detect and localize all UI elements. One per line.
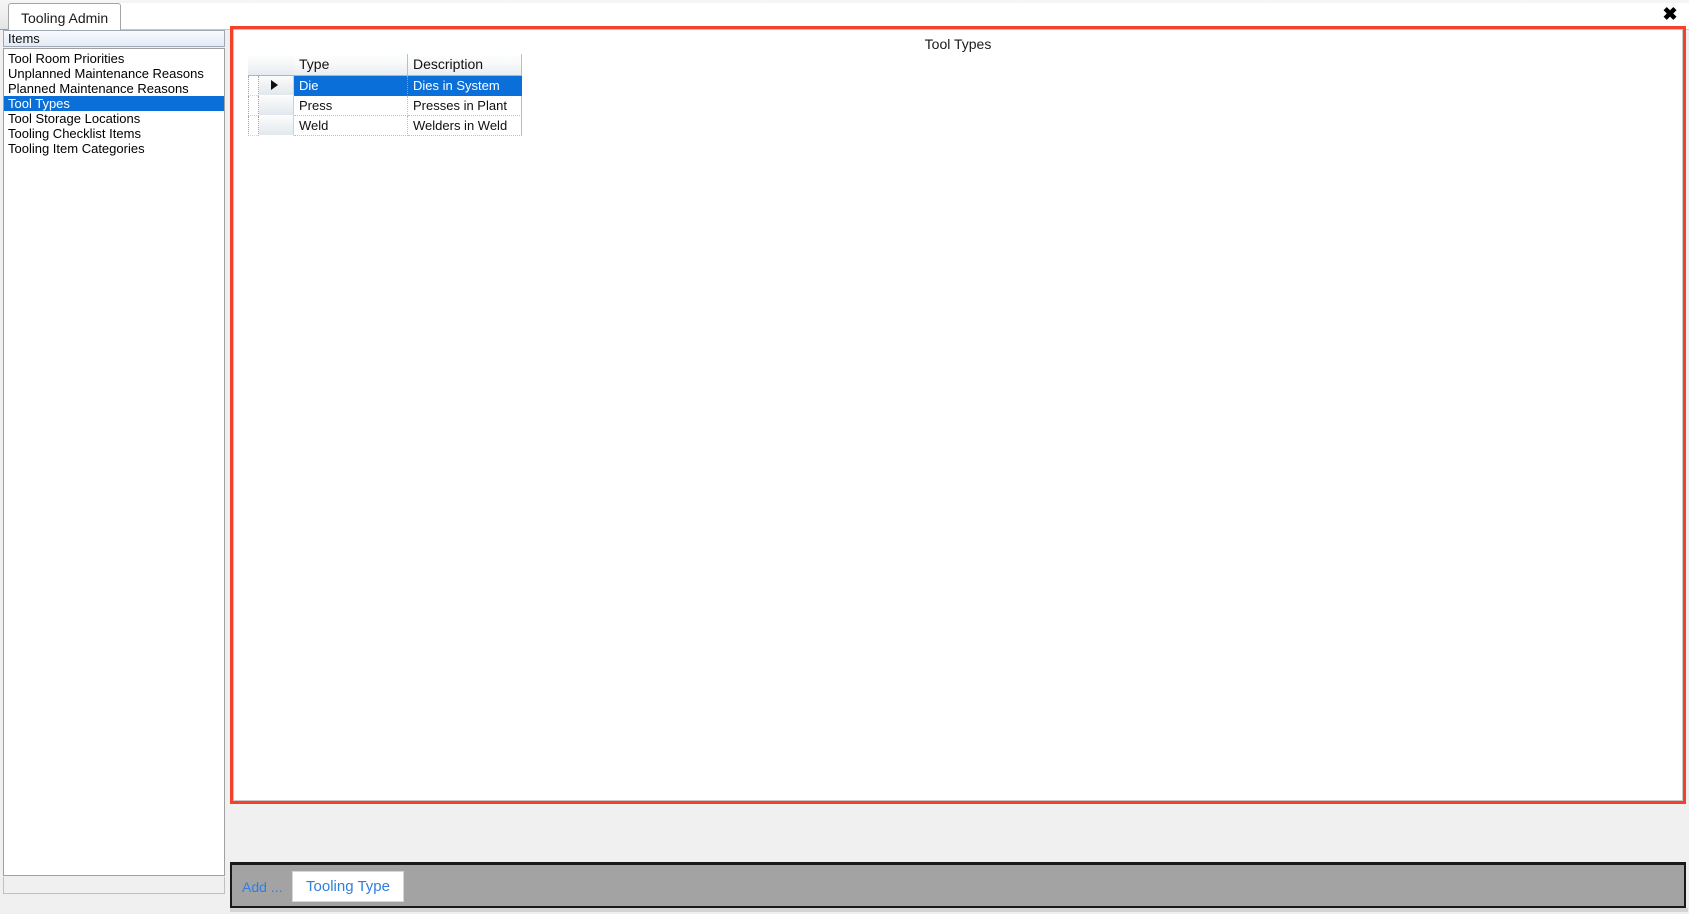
row-header[interactable] [248,76,294,96]
cell-type[interactable]: Press [294,96,408,116]
cell-type[interactable]: Weld [294,116,408,136]
sidebar-item-label: Tooling Checklist Items [8,126,141,141]
grid-body: Die Dies in System Press Presses in Plant We… [248,76,536,136]
sidebar-list[interactable]: Tool Room Priorities Unplanned Maintenanc… [3,48,225,876]
sidebar-item-label: Unplanned Maintenance Reasons [8,66,204,81]
add-tooling-type-button[interactable]: Tooling Type [292,871,404,902]
sidebar-item-label: Tooling Item Categories [8,141,145,156]
sidebar-item-label: Tool Room Priorities [8,51,125,66]
sidebar-item-tool-room-priorities[interactable]: Tool Room Priorities [4,51,224,66]
main-panel-inner: Tool Types Type Description Die Dies in S… [233,29,1683,801]
add-tooling-type-label: Tooling Type [306,878,390,895]
page-title: Tool Types [924,36,992,52]
sidebar-item-label: Tool Types [8,96,70,111]
cell-description[interactable]: Dies in System [408,76,522,96]
sidebar-item-tooling-checklist-items[interactable]: Tooling Checklist Items [4,126,224,141]
sidebar-item-label: Tool Storage Locations [8,111,141,126]
column-header-description[interactable]: Description [408,54,522,76]
tool-types-grid[interactable]: Type Description Die Dies in System Press P… [248,54,536,136]
sidebar-item-tooling-item-categories[interactable]: Tooling Item Categories [4,141,224,156]
row-header-stub [248,96,259,116]
sidebar-footer [3,877,225,894]
add-label: Add ... [242,879,283,895]
row-selector-arrow-icon [271,80,278,90]
cell-type[interactable]: Die [294,76,408,96]
cell-description[interactable]: Presses in Plant [408,96,522,116]
sidebar-item-unplanned-maintenance-reasons[interactable]: Unplanned Maintenance Reasons [4,66,224,81]
tab-label: Tooling Admin [21,10,109,26]
application-window: Tooling Admin ✖ Items Tool Room Prioriti… [0,0,1689,914]
bottom-toolbar-shadow [230,908,1688,912]
close-glyph: ✖ [1662,4,1678,24]
sidebar: Items Tool Room Priorities Unplanned Main… [2,30,227,912]
close-icon[interactable]: ✖ [1657,2,1683,26]
sidebar-item-label: Planned Maintenance Reasons [8,81,189,96]
table-row[interactable]: Die Dies in System [248,76,536,96]
main-panel: Tool Types Type Description Die Dies in S… [230,26,1686,804]
column-header-type[interactable]: Type [294,54,408,76]
row-selector-cell[interactable] [259,76,294,96]
grid-header-row: Type Description [248,54,536,76]
tab-tooling-admin[interactable]: Tooling Admin [8,3,122,30]
table-row[interactable]: Press Presses in Plant [248,96,536,116]
table-row[interactable]: Weld Welders in Weld [248,116,536,136]
row-header[interactable] [248,96,294,116]
sidebar-item-planned-maintenance-reasons[interactable]: Planned Maintenance Reasons [4,81,224,96]
sidebar-header-label: Items [8,31,40,46]
sidebar-header: Items [3,30,225,47]
row-header-stub [248,76,259,96]
row-header[interactable] [248,116,294,136]
cell-description[interactable]: Welders in Weld [408,116,522,136]
grid-header-spacer [248,54,294,76]
bottom-toolbar: Add ... Tooling Type [230,862,1686,908]
sidebar-item-tool-types[interactable]: Tool Types [4,96,224,111]
row-header-stub [248,116,259,136]
sidebar-item-tool-storage-locations[interactable]: Tool Storage Locations [4,111,224,126]
row-selector-cell[interactable] [259,116,294,136]
row-selector-cell[interactable] [259,96,294,116]
